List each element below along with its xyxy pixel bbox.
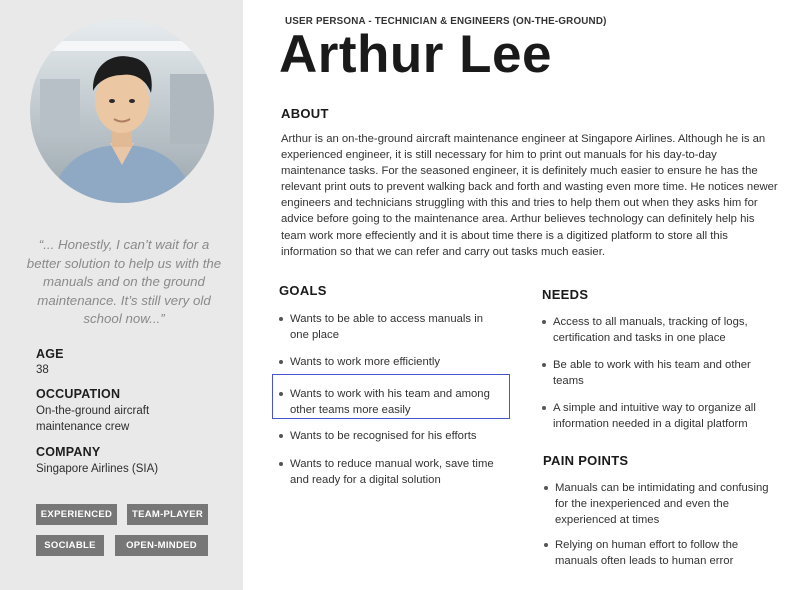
- goal-text: Wants to be recognised for his efforts: [290, 430, 477, 442]
- needs-list: Access to all manuals, tracking of logs,…: [542, 314, 774, 432]
- goal-item: Wants to be able to access manuals in on…: [279, 311, 501, 343]
- needs-title: NEEDS: [542, 287, 589, 302]
- pain-point-text: Manuals can be intimidating and confusin…: [555, 482, 769, 526]
- about-text: Arthur is an on-the-ground aircraft main…: [281, 133, 778, 258]
- need-text: Be able to work with his team and other …: [553, 359, 751, 387]
- occupation-value: On-the-ground aircraft maintenance crew: [36, 405, 150, 433]
- goal-text: Wants to be able to access manuals in on…: [290, 313, 483, 341]
- pain-point-text: Relying on human effort to follow the ma…: [555, 539, 739, 567]
- need-text: Access to all manuals, tracking of logs,…: [553, 316, 748, 344]
- persona-name: Arthur Lee: [279, 25, 552, 84]
- bullet-icon: [279, 434, 283, 438]
- pain-point-item: Relying on human effort to follow the ma…: [544, 537, 780, 569]
- goal-item: Wants to be recognised for his efforts: [279, 428, 501, 444]
- need-item: Be able to work with his team and other …: [542, 357, 774, 389]
- bullet-icon: [544, 543, 548, 547]
- goal-item: Wants to work more efficiently: [279, 354, 501, 370]
- goals-title: GOALS: [279, 283, 327, 298]
- avatar: [30, 19, 214, 203]
- bullet-icon: [279, 360, 283, 364]
- bullet-icon: [279, 317, 283, 321]
- occupation-label: OCCUPATION: [36, 387, 121, 401]
- goal-text: Wants to reduce manual work, save time a…: [290, 458, 494, 486]
- need-text: A simple and intuitive way to organize a…: [553, 402, 756, 430]
- bullet-icon: [544, 486, 548, 490]
- persona-photo: [30, 19, 214, 203]
- persona-quote: “... Honestly, I can’t wait for a better…: [26, 237, 222, 327]
- tag-sociable: SOCIABLE: [36, 535, 104, 556]
- need-item: Access to all manuals, tracking of logs,…: [542, 314, 774, 346]
- about-title: ABOUT: [281, 106, 329, 121]
- tag-team-player: TEAM-PLAYER: [127, 504, 208, 525]
- pain-points-title: PAIN POINTS: [543, 453, 629, 468]
- goal-highlight-box: [272, 374, 510, 419]
- goal-text: Wants to work more efficiently: [290, 356, 441, 368]
- pain-points-list: Manuals can be intimidating and confusin…: [544, 480, 780, 569]
- company-label: COMPANY: [36, 445, 101, 459]
- bullet-icon: [542, 406, 546, 410]
- bullet-icon: [279, 462, 283, 466]
- age-label: AGE: [36, 347, 64, 361]
- company-value: Singapore Airlines (SIA): [36, 463, 159, 475]
- bullet-icon: [542, 320, 546, 324]
- tag-open-minded: OPEN-MINDED: [115, 535, 208, 556]
- goal-item: Wants to reduce manual work, save time a…: [279, 456, 501, 488]
- tag-experienced: EXPERIENCED: [36, 504, 117, 525]
- sidebar: “... Honestly, I can’t wait for a better…: [0, 0, 243, 590]
- need-item: A simple and intuitive way to organize a…: [542, 400, 774, 432]
- age-value: 38: [36, 364, 49, 376]
- pain-point-item: Manuals can be intimidating and confusin…: [544, 480, 780, 528]
- bullet-icon: [542, 363, 546, 367]
